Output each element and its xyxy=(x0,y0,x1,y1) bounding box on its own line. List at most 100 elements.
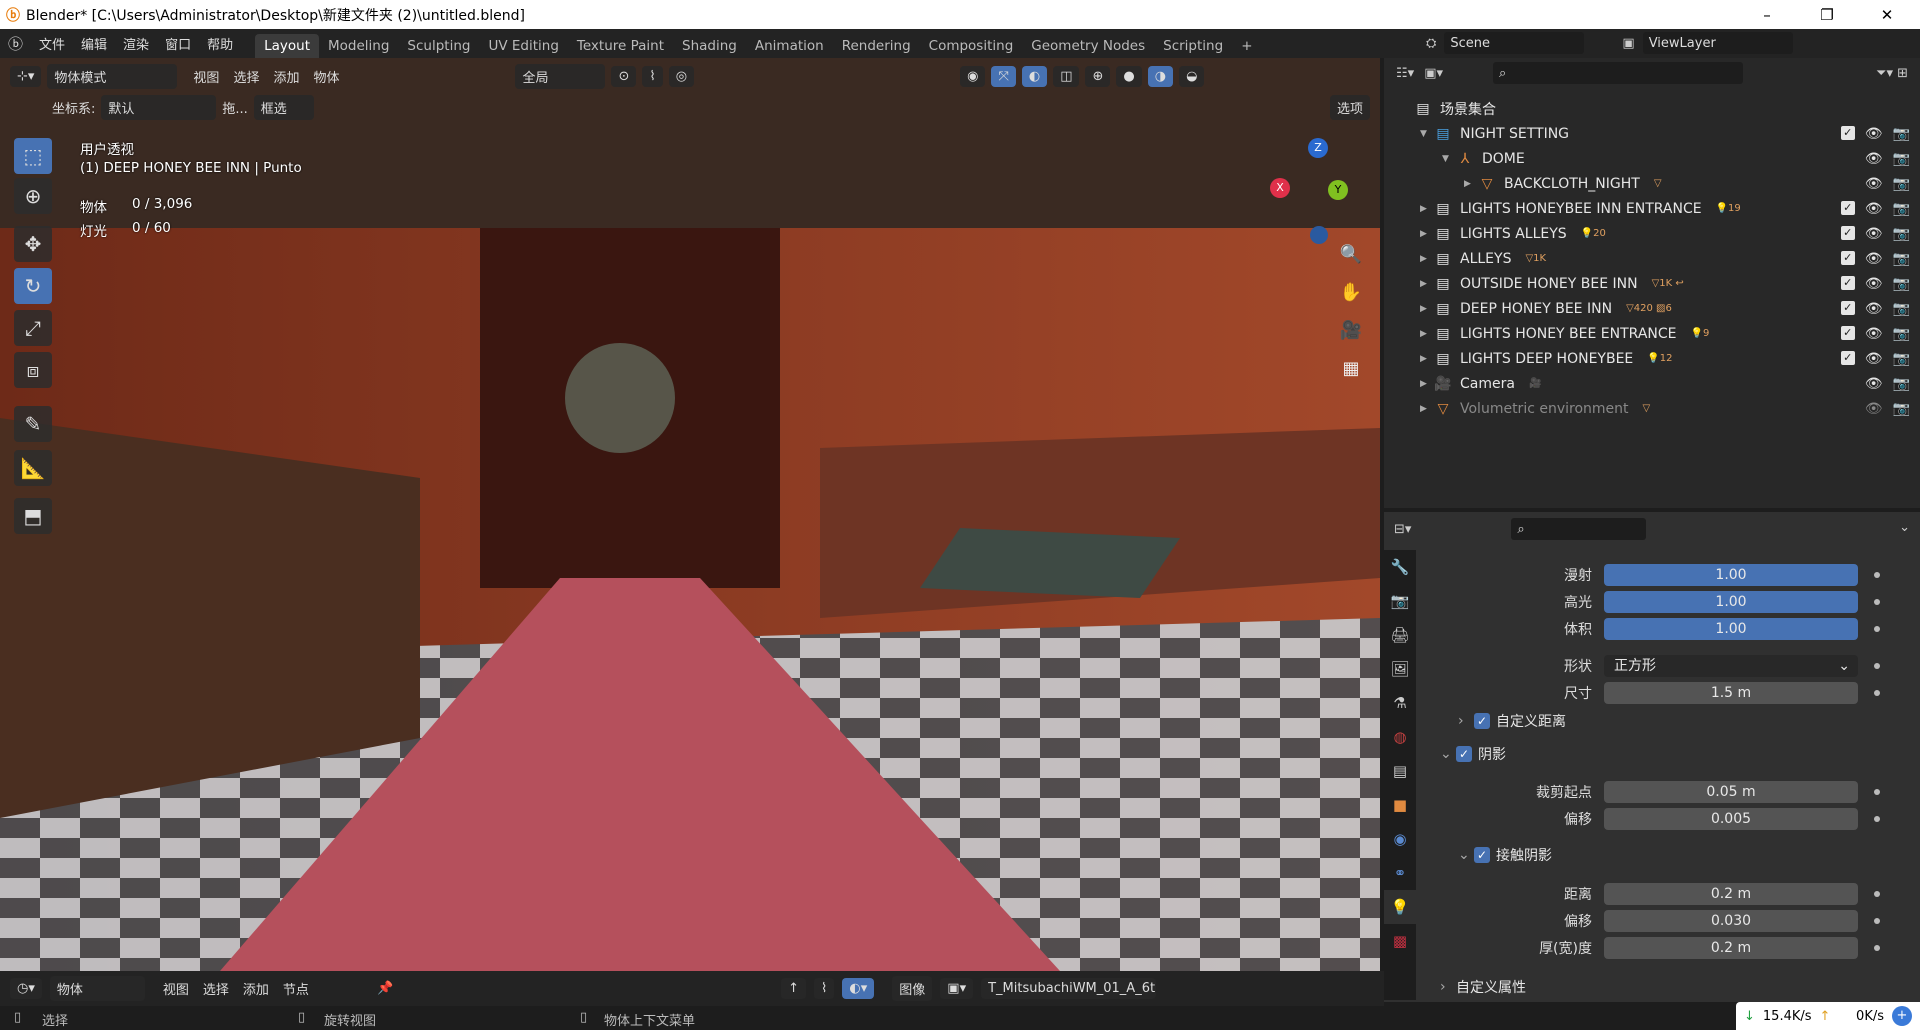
render-camera-icon[interactable]: 📷 xyxy=(1893,226,1910,242)
image-browse-icon[interactable]: ▣▾ xyxy=(940,978,974,999)
custom-distance-panel[interactable]: › ✓ 自定义距离 xyxy=(1458,711,1566,731)
gizmo-toggle-icon[interactable]: ⤧ xyxy=(991,65,1016,87)
render-camera-icon[interactable]: 📷 xyxy=(1893,251,1910,267)
eye-icon[interactable]: 👁 xyxy=(1865,126,1883,142)
expand-arrow-icon[interactable]: ▶ xyxy=(1464,179,1478,189)
editor-type-button[interactable]: ⊹▾ xyxy=(10,65,42,87)
render-camera-icon[interactable]: 📷 xyxy=(1893,126,1910,142)
overlay-icon[interactable]: ◐▾ xyxy=(842,978,875,999)
keyframe-dot[interactable] xyxy=(1874,891,1880,897)
zoom-icon[interactable]: 🔍 xyxy=(1334,238,1368,270)
constraints-tab-icon[interactable]: ⚭ xyxy=(1384,856,1416,890)
add-cube-tool-icon[interactable]: ⬒ xyxy=(14,498,52,534)
close-button[interactable]: ✕ xyxy=(1864,0,1910,29)
contact-shadow-panel-checkbox[interactable]: ✓ xyxy=(1474,847,1490,863)
menu-1[interactable]: 编辑 xyxy=(73,34,115,53)
expand-arrow-icon[interactable]: ▶ xyxy=(1420,254,1434,264)
outliner-item-name[interactable]: DEEP HONEY BEE INN xyxy=(1460,301,1612,317)
expand-arrow-icon[interactable]: ▶ xyxy=(1420,279,1434,289)
coord-selector[interactable]: 默认 xyxy=(101,94,217,120)
tab-workspace-6[interactable]: Animation xyxy=(746,34,833,58)
exclude-checkbox[interactable]: ✓ xyxy=(1840,250,1855,265)
keyframe-dot[interactable] xyxy=(1874,599,1880,605)
drag-label[interactable]: 拖... xyxy=(222,98,247,117)
expand-arrow-icon[interactable]: ▶ xyxy=(1420,329,1434,339)
outliner-row[interactable]: ▶ ▤ LIGHTS HONEY BEE ENTRANCE 💡9 ✓ 👁 📷 xyxy=(1384,321,1920,346)
world-tab-icon[interactable]: ◍ xyxy=(1384,720,1416,754)
add-icon[interactable]: + xyxy=(1892,1006,1912,1026)
tab-workspace-7[interactable]: Rendering xyxy=(833,34,920,58)
material-shading-icon[interactable]: ◑ xyxy=(1147,65,1174,87)
image-name-field[interactable]: T_MitsubachiWM_01_A_6th xyxy=(981,978,1157,999)
tool-tab-icon[interactable]: 🔧 xyxy=(1384,550,1416,584)
outliner-row[interactable]: ▶ ▤ LIGHTS HONEYBEE INN ENTRANCE 💡19 ✓ 👁 📷 xyxy=(1384,196,1920,221)
contact-2-field[interactable]: 0.2 m xyxy=(1604,937,1858,959)
overlay-toggle-icon[interactable]: ◐ xyxy=(1021,65,1048,87)
keyframe-dot[interactable] xyxy=(1874,945,1880,951)
outliner-item-name[interactable]: ALLEYS xyxy=(1460,251,1511,267)
shadow-panel[interactable]: ⌄ ✓ 阴影 xyxy=(1440,744,1506,764)
influence-1-field[interactable]: 1.00 xyxy=(1604,591,1858,613)
light-data-tab-icon[interactable]: 💡 xyxy=(1384,890,1416,924)
expand-arrow-icon[interactable]: ▶ xyxy=(1420,404,1434,414)
options-button[interactable]: 选项 xyxy=(1329,94,1370,120)
shadow-panel-checkbox[interactable]: ✓ xyxy=(1456,746,1472,762)
outliner-item-name[interactable]: Volumetric environment xyxy=(1460,401,1629,417)
wireframe-shading-icon[interactable]: ⊕ xyxy=(1085,65,1111,87)
outliner-row[interactable]: ▶ 🎥 Camera 🎥 👁 📷 xyxy=(1384,371,1920,396)
tab-workspace-10[interactable]: Scripting xyxy=(1154,34,1232,58)
expand-arrow-icon[interactable]: ▼ xyxy=(1442,154,1456,164)
view-layer-tab-icon[interactable]: 🖼 xyxy=(1384,652,1416,686)
cursor-tool-icon[interactable]: ⊕ xyxy=(14,178,52,214)
viewport-menu-2[interactable]: 添加 xyxy=(273,67,299,86)
render-camera-icon[interactable]: 📷 xyxy=(1893,376,1910,392)
outliner-row[interactable]: ▶ ▤ DEEP HONEY BEE INN ▽420 ▨6 ✓ 👁 📷 xyxy=(1384,296,1920,321)
contact-0-field[interactable]: 0.2 m xyxy=(1604,883,1858,905)
tab-workspace-0[interactable]: Layout xyxy=(255,34,319,58)
expand-arrow-icon[interactable]: ▶ xyxy=(1420,304,1434,314)
bottom-menu-0[interactable]: 视图 xyxy=(163,979,189,998)
filter-icon[interactable]: ⏷▾ ⊞ xyxy=(1876,66,1908,81)
exclude-checkbox[interactable]: ✓ xyxy=(1840,275,1855,290)
outliner-item-name[interactable]: LIGHTS DEEP HONEYBEE xyxy=(1460,351,1633,367)
eye-icon[interactable]: 👁 xyxy=(1865,376,1883,392)
solid-shading-icon[interactable]: ● xyxy=(1116,65,1142,87)
viewport-menu-1[interactable]: 选择 xyxy=(233,67,259,86)
chevron-right-icon[interactable]: › xyxy=(1440,979,1456,995)
keyframe-dot[interactable] xyxy=(1874,816,1880,822)
keyframe-dot[interactable] xyxy=(1874,918,1880,924)
scene-selector[interactable]: Scene xyxy=(1444,32,1585,54)
keyframe-dot[interactable] xyxy=(1874,572,1880,578)
menu-0[interactable]: 文件 xyxy=(31,34,73,53)
tab-workspace-1[interactable]: Modeling xyxy=(319,34,398,58)
outliner-row[interactable]: ▶ ▤ OUTSIDE HONEY BEE INN ▽1K ↩ ✓ 👁 📷 xyxy=(1384,271,1920,296)
custom-properties-panel[interactable]: › 自定义属性 xyxy=(1440,977,1526,997)
outliner-item-name[interactable]: DOME xyxy=(1482,151,1525,167)
tab-workspace-8[interactable]: Compositing xyxy=(920,34,1023,58)
influence-2-field[interactable]: 1.00 xyxy=(1604,618,1858,640)
display-mode-icon[interactable]: ☷▾ xyxy=(1396,66,1414,81)
outliner-row[interactable]: ▼ ▤ NIGHT SETTING ✓ 👁 📷 xyxy=(1384,121,1920,146)
collection-tab-icon[interactable]: ▤ xyxy=(1384,754,1416,788)
rotate-tool-icon[interactable]: ↻ xyxy=(14,268,52,304)
bottom-menu-3[interactable]: 节点 xyxy=(283,979,309,998)
tab-workspace-11[interactable]: + xyxy=(1232,34,1261,58)
eye-icon[interactable]: 👁 xyxy=(1865,226,1883,242)
properties-search-input[interactable]: ⌕ xyxy=(1511,518,1647,540)
scale-tool-icon[interactable]: ⤢ xyxy=(14,310,52,346)
parent-icon[interactable]: ↑ xyxy=(781,978,807,999)
rendered-shading-icon[interactable]: ◒ xyxy=(1179,65,1205,87)
outliner-row[interactable]: ▶ ▽ BACKCLOTH_NIGHT ▽ 👁 📷 xyxy=(1384,171,1920,196)
shadow-1-field[interactable]: 0.005 xyxy=(1604,808,1858,830)
outliner-root[interactable]: ▤ 场景集合 xyxy=(1384,96,1920,121)
keyframe-dot[interactable] xyxy=(1874,789,1880,795)
output-tab-icon[interactable]: 🖨 xyxy=(1384,618,1416,652)
gizmo-x[interactable]: X xyxy=(1270,178,1290,198)
outliner-item-name[interactable]: LIGHTS HONEYBEE INN ENTRANCE xyxy=(1460,201,1702,217)
contact-1-field[interactable]: 0.030 xyxy=(1604,910,1858,932)
outliner-item-name[interactable]: OUTSIDE HONEY BEE INN xyxy=(1460,276,1638,292)
outliner-search-input[interactable]: ⌕ xyxy=(1493,62,1743,84)
outliner-row[interactable]: ▶ ▤ LIGHTS DEEP HONEYBEE 💡12 ✓ 👁 📷 xyxy=(1384,346,1920,371)
custom-distance-panel-checkbox[interactable]: ✓ xyxy=(1474,713,1490,729)
keyframe-dot[interactable] xyxy=(1874,626,1880,632)
